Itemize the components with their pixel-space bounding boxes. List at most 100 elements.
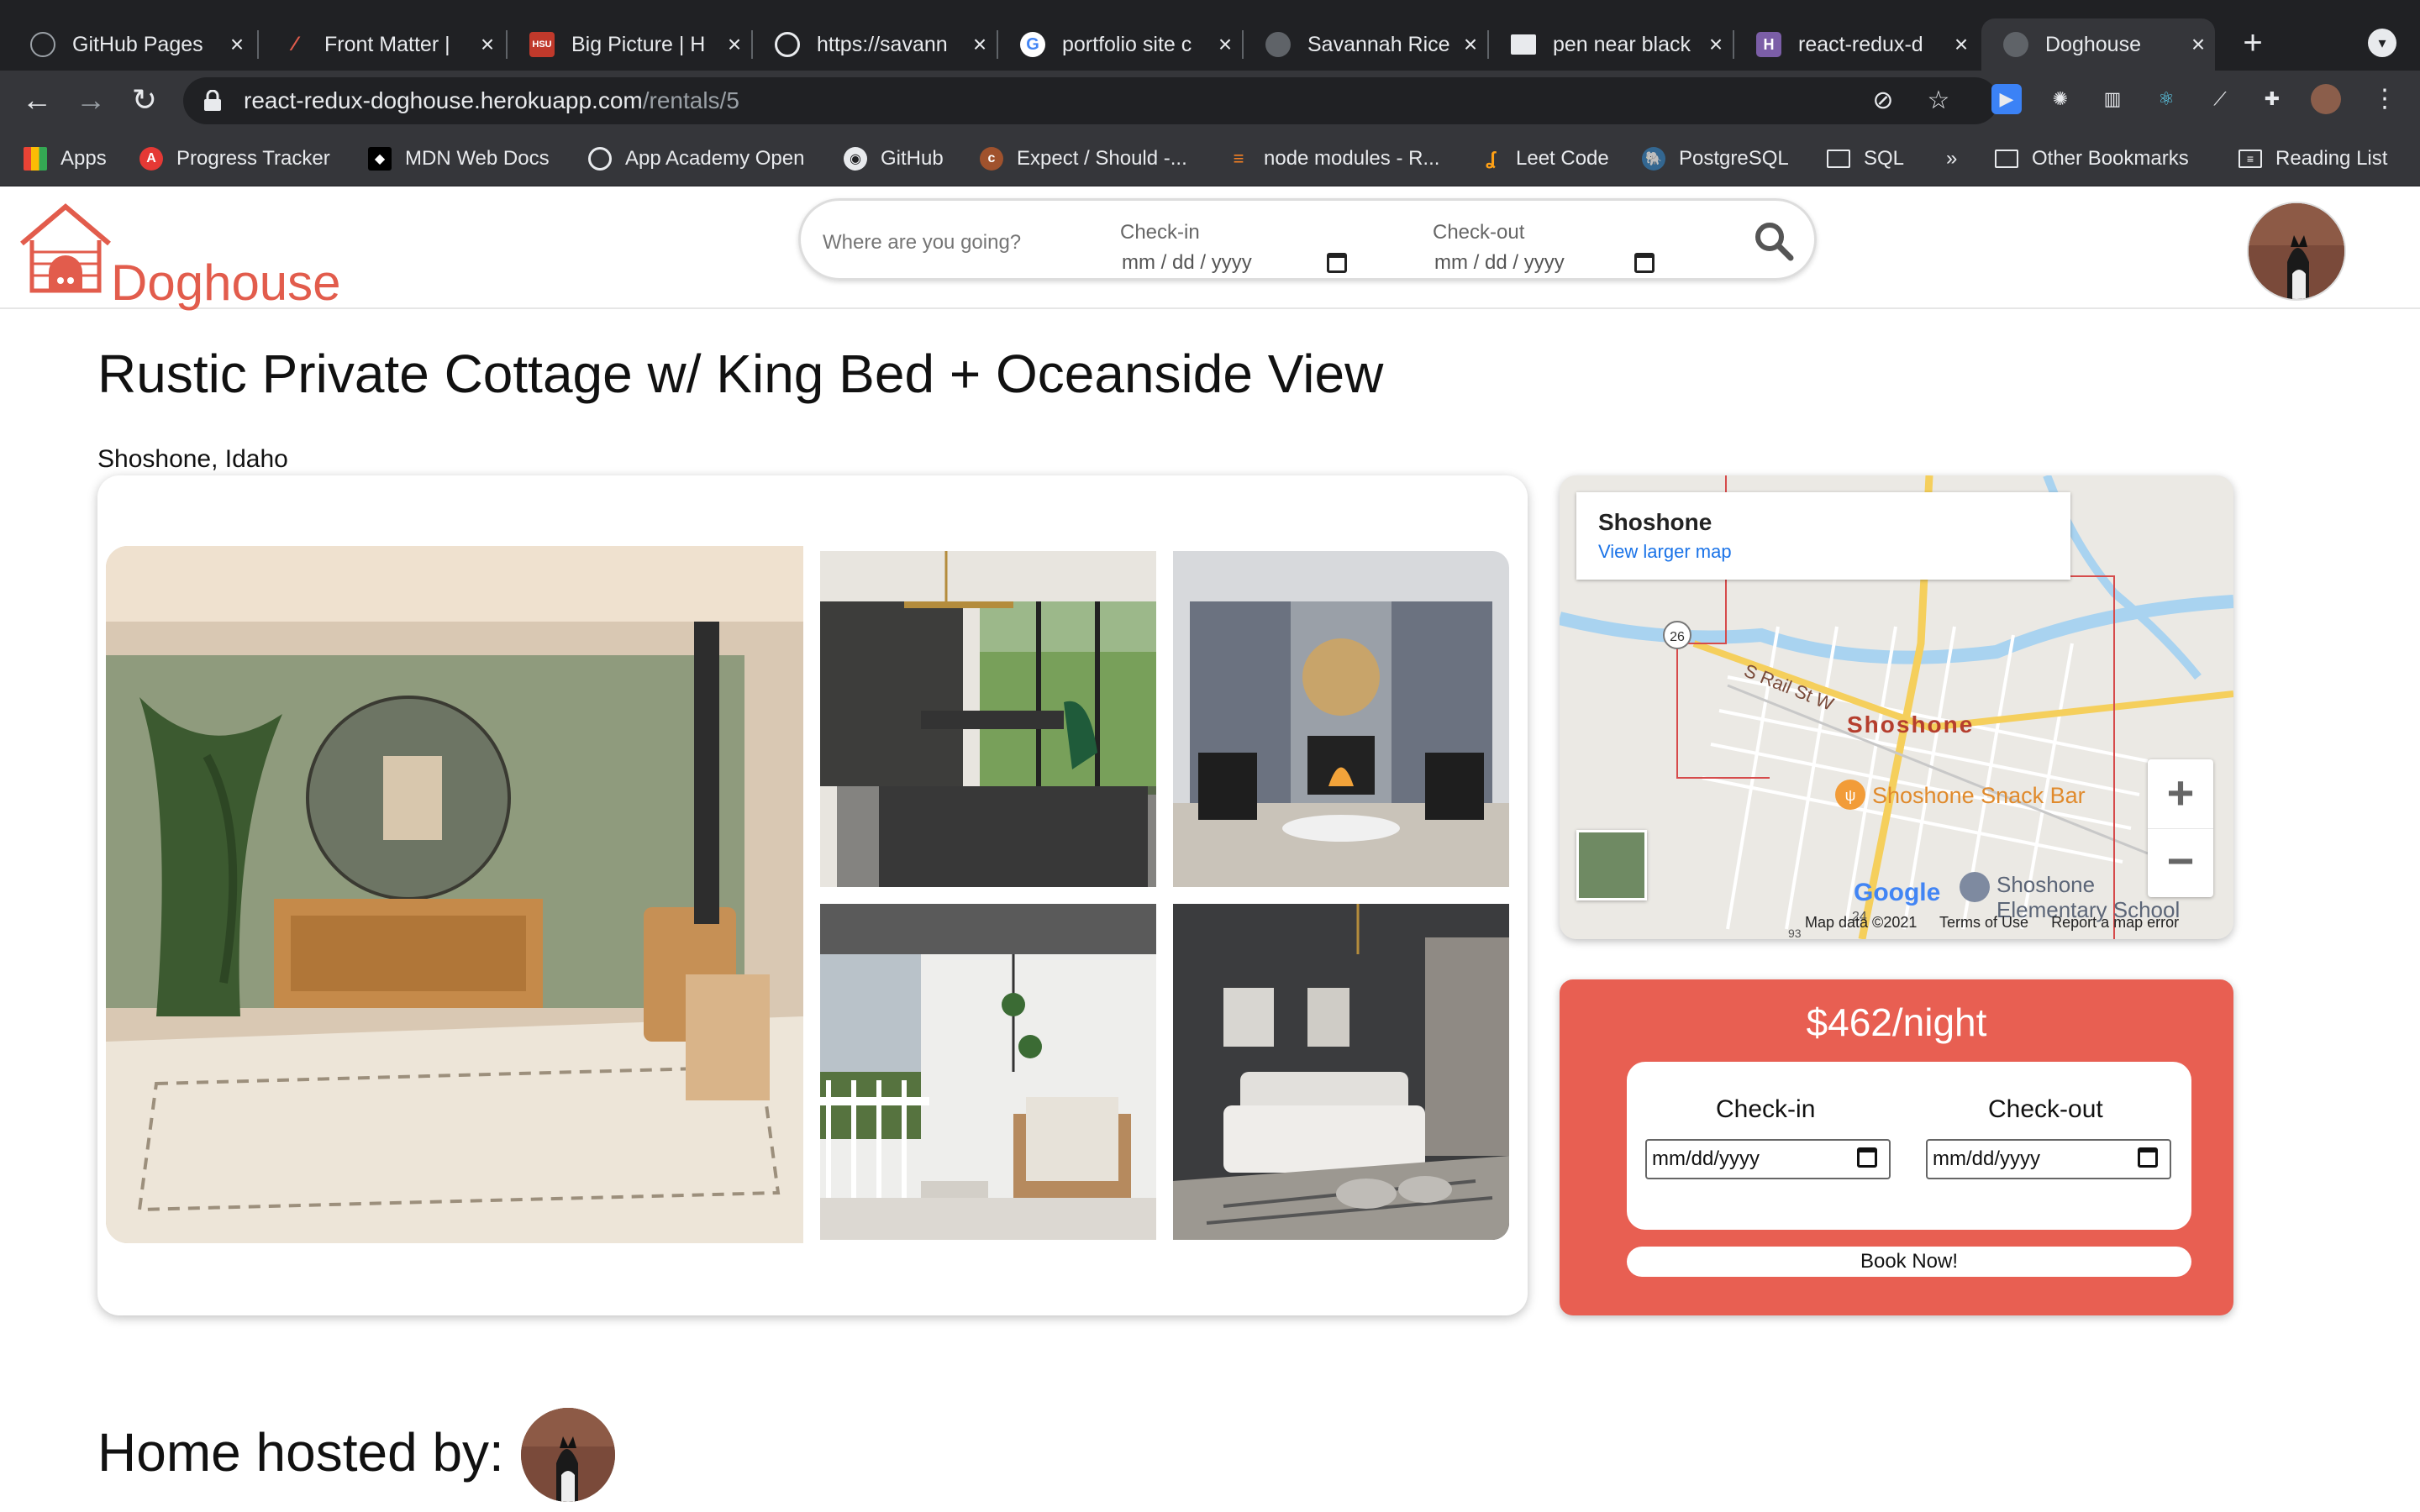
bookmark-app-academy-open[interactable]: App Academy Open <box>588 144 804 173</box>
close-icon[interactable]: × <box>471 31 504 58</box>
search-icon[interactable] <box>1754 221 1794 261</box>
github-icon <box>30 32 55 57</box>
calendar-icon[interactable] <box>2138 1147 2158 1168</box>
new-tab-button[interactable]: + <box>2232 18 2274 71</box>
date-placeholder: mm/dd/yyyy <box>1652 1147 1760 1170</box>
calendar-icon[interactable] <box>1857 1147 1877 1168</box>
map-data-attribution: Map data ©2021 <box>1805 914 1918 931</box>
lock-icon <box>204 90 221 111</box>
bookmark-mdn[interactable]: ◆ MDN Web Docs <box>368 144 550 173</box>
bookmark-expect-should[interactable]: c Expect / Should -... <box>980 144 1187 173</box>
app-academy-icon: A <box>139 147 163 171</box>
star-icon[interactable]: ☆ <box>1924 87 1953 116</box>
bookmark-label: node modules - R... <box>1264 147 1440 170</box>
host-avatar[interactable] <box>521 1408 615 1502</box>
eyedropper-extension-icon[interactable]: ⟋ <box>2205 84 2235 114</box>
bookmark-github[interactable]: ◉ GitHub <box>844 144 944 173</box>
bookmark-progress-tracker[interactable]: A Progress Tracker <box>139 144 330 173</box>
bookmark-label: Leet Code <box>1516 147 1609 170</box>
view-larger-map-link[interactable]: View larger map <box>1598 541 1732 563</box>
leetcode-icon: ʆ <box>1486 148 1496 169</box>
tab-portfolio-search[interactable]: G portfolio site c × <box>998 18 1242 71</box>
eye-off-icon[interactable]: ⊘ <box>1869 87 1897 116</box>
folder-icon <box>1827 150 1850 168</box>
heroku-icon: H <box>1756 32 1781 57</box>
satellite-toggle-button[interactable] <box>1576 830 1647 900</box>
booking-checkout-input[interactable]: mm/dd/yyyy <box>1926 1139 2171 1179</box>
terms-of-use-link[interactable]: Terms of Use <box>1939 914 2028 931</box>
checkout-date-input[interactable]: mm / dd / yyyy <box>1434 251 1565 275</box>
google-icon: G <box>1020 32 1045 57</box>
close-icon[interactable]: × <box>1699 31 1733 58</box>
hsu-icon: HSU <box>529 32 555 57</box>
location-map[interactable]: 26 S Rail St W Shoshone ψ Shoshone Snack… <box>1560 475 2233 939</box>
photo-bedroom[interactable] <box>1173 904 1509 1240</box>
bookmark-label: SQL <box>1864 147 1905 170</box>
tab-big-picture[interactable]: HSU Big Picture | H × <box>508 18 751 71</box>
close-icon[interactable]: × <box>1944 31 1978 58</box>
overflow-icon: » <box>1946 147 1958 170</box>
close-icon[interactable]: × <box>220 31 254 58</box>
tab-doghouse[interactable]: Doghouse × <box>1981 18 2215 71</box>
dog-photo <box>2249 203 2344 299</box>
tab-title: https://savann <box>817 32 948 56</box>
profile-avatar[interactable] <box>2311 84 2341 114</box>
bookmarks-overflow-button[interactable]: » <box>1946 144 1957 173</box>
back-arrow-icon[interactable]: ← <box>17 81 57 121</box>
photo-living-room[interactable] <box>106 546 803 1243</box>
tab-title: GitHub Pages <box>72 32 203 56</box>
forward-arrow-icon[interactable]: → <box>71 81 111 121</box>
close-icon[interactable]: × <box>1454 31 1487 58</box>
report-map-error-link[interactable]: Report a map error <box>2051 914 2179 931</box>
bookmark-other-bookmarks[interactable]: Other Bookmarks <box>1995 144 2189 173</box>
close-icon[interactable]: × <box>1208 31 1242 58</box>
browser-tab-bar: GitHub Pages × ⁄ Front Matter | × HSU Bi… <box>0 0 2420 71</box>
photo-dining-room[interactable] <box>820 551 1156 887</box>
tab-title: portfolio site c <box>1062 32 1192 56</box>
booking-checkin-input[interactable]: mm/dd/yyyy <box>1645 1139 1891 1179</box>
fireplace-lounge-image <box>1173 551 1509 887</box>
svg-text:Shoshone Snack Bar: Shoshone Snack Bar <box>1872 783 2086 808</box>
tab-react-redux[interactable]: H react-redux-d × <box>1734 18 1978 71</box>
book-now-button[interactable]: Book Now! <box>1627 1247 2191 1277</box>
bookmark-folder-sql[interactable]: SQL <box>1827 144 1904 173</box>
checkin-date-input[interactable]: mm / dd / yyyy <box>1122 251 1252 275</box>
bookmark-reading-list[interactable]: ≡ Reading List <box>2238 144 2387 173</box>
zoom-out-button[interactable]: − <box>2148 828 2213 897</box>
user-avatar[interactable] <box>2247 202 2346 301</box>
tab-front-matter[interactable]: ⁄ Front Matter | × <box>260 18 504 71</box>
close-icon[interactable]: × <box>718 31 751 58</box>
tab-savannah-rice[interactable]: Savannah Rice × <box>1244 18 1487 71</box>
zoom-extension-icon[interactable]: ▶ <box>1991 84 2022 114</box>
more-menu-icon[interactable]: ⋮ <box>2370 84 2400 114</box>
calendar-icon[interactable] <box>1327 253 1347 273</box>
puzzle-extensions-icon[interactable]: ✚ <box>2257 84 2287 114</box>
svg-text:Shoshone: Shoshone <box>1847 711 1974 738</box>
bookmark-node-modules[interactable]: ≡ node modules - R... <box>1227 144 1440 173</box>
bookmark-postgresql[interactable]: 🐘 PostgreSQL <box>1642 144 1789 173</box>
globe-icon <box>775 32 800 57</box>
address-bar[interactable]: react-redux-doghouse.herokuapp.com/renta… <box>183 77 1998 124</box>
calendar-icon[interactable] <box>1634 253 1655 273</box>
tab-search-chevron-icon[interactable]: ▾ <box>2368 29 2396 57</box>
bookmark-leetcode[interactable]: ʆ Leet Code <box>1479 144 1609 173</box>
tab-savannah-url[interactable]: https://savann × <box>753 18 997 71</box>
barcode-extension-icon[interactable]: ▥ <box>2097 84 2128 114</box>
bookmark-label: Expect / Should -... <box>1017 147 1187 170</box>
tab-pen-near-black[interactable]: pen near black × <box>1489 18 1733 71</box>
photo-fireplace-lounge[interactable] <box>1173 551 1509 887</box>
tab-github-pages[interactable]: GitHub Pages × <box>8 18 254 71</box>
bookmark-apps[interactable]: Apps <box>24 144 107 173</box>
logo-text[interactable]: Doghouse <box>111 254 341 312</box>
map-place-name: Shoshone <box>1598 509 1712 535</box>
close-icon[interactable]: × <box>2181 31 2215 58</box>
gear-extension-icon[interactable]: ✺ <box>2045 84 2075 114</box>
photo-balcony[interactable] <box>820 904 1156 1240</box>
react-devtools-icon[interactable]: ⚛ <box>2151 84 2181 114</box>
zoom-in-button[interactable]: + <box>2148 759 2213 828</box>
map-footer: Map data ©2021 Terms of Use Report a map… <box>1805 914 2197 932</box>
host-heading: Home hosted by: <box>97 1422 504 1483</box>
search-input[interactable] <box>823 226 1058 260</box>
close-icon[interactable]: × <box>963 31 997 58</box>
reload-icon[interactable]: ↻ <box>124 81 165 121</box>
